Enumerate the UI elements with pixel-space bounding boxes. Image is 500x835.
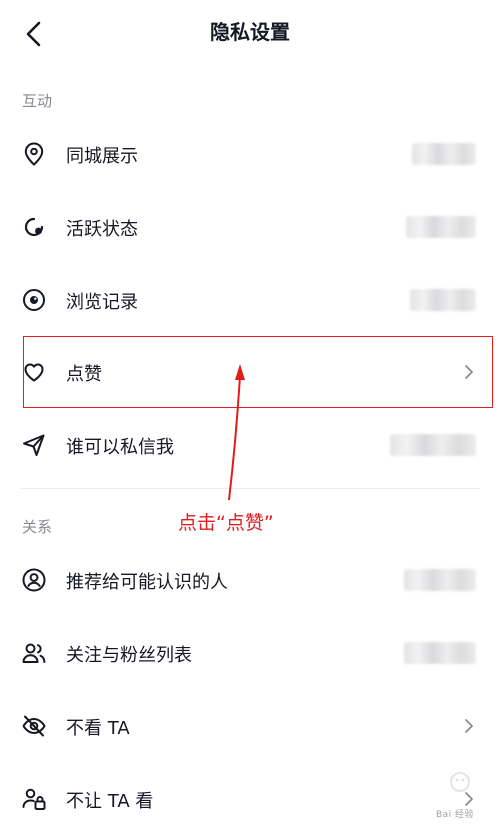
setting-row-who-can-message[interactable]: 谁可以私信我 [0,409,500,481]
setting-row-follow-list[interactable]: 关注与粉丝列表 [0,617,500,689]
page-title: 隐私设置 [210,20,290,44]
setting-row-hide-their-posts[interactable]: 不看 TA [0,690,500,762]
user-lock-icon [20,785,48,813]
section-label-interaction: 互动 [22,92,53,110]
setting-row-nearby[interactable]: 同城展示 [0,118,500,190]
setting-row-activity-status[interactable]: 活跃状态 [0,191,500,263]
send-icon [20,431,48,459]
blurred-value [404,569,476,591]
chevron-right-icon [462,714,476,738]
user-circle-icon [20,566,48,594]
eye-off-icon [20,712,48,740]
blurred-value [404,642,476,664]
blurred-value [406,216,476,238]
setting-label: 不看 TA [66,718,130,739]
setting-label: 不让 TA 看 [66,791,154,812]
setting-label: 关注与粉丝列表 [66,645,192,666]
setting-label: 推荐给可能认识的人 [66,572,228,593]
users-icon [20,639,48,667]
blurred-value [390,434,476,456]
setting-label: 浏览记录 [66,292,138,313]
setting-label: 谁可以私信我 [66,437,174,458]
blurred-value [412,143,476,165]
activity-status-icon [20,213,48,241]
annotation-highlight-box [23,336,493,408]
setting-row-browse-history[interactable]: 浏览记录 [0,264,500,336]
blurred-value [410,289,476,311]
setting-label: 活跃状态 [66,219,138,240]
section-label-relations: 关系 [22,518,53,536]
setting-label: 同城展示 [66,146,138,167]
setting-row-recommend[interactable]: 推荐给可能认识的人 [0,544,500,616]
location-icon [20,140,48,168]
annotation-text: 点击“点赞” [178,512,274,534]
watermark-text: Bai 经验 [435,810,474,820]
section-divider [20,488,480,489]
eye-icon [20,286,48,314]
header: 隐私设置 [0,0,500,66]
